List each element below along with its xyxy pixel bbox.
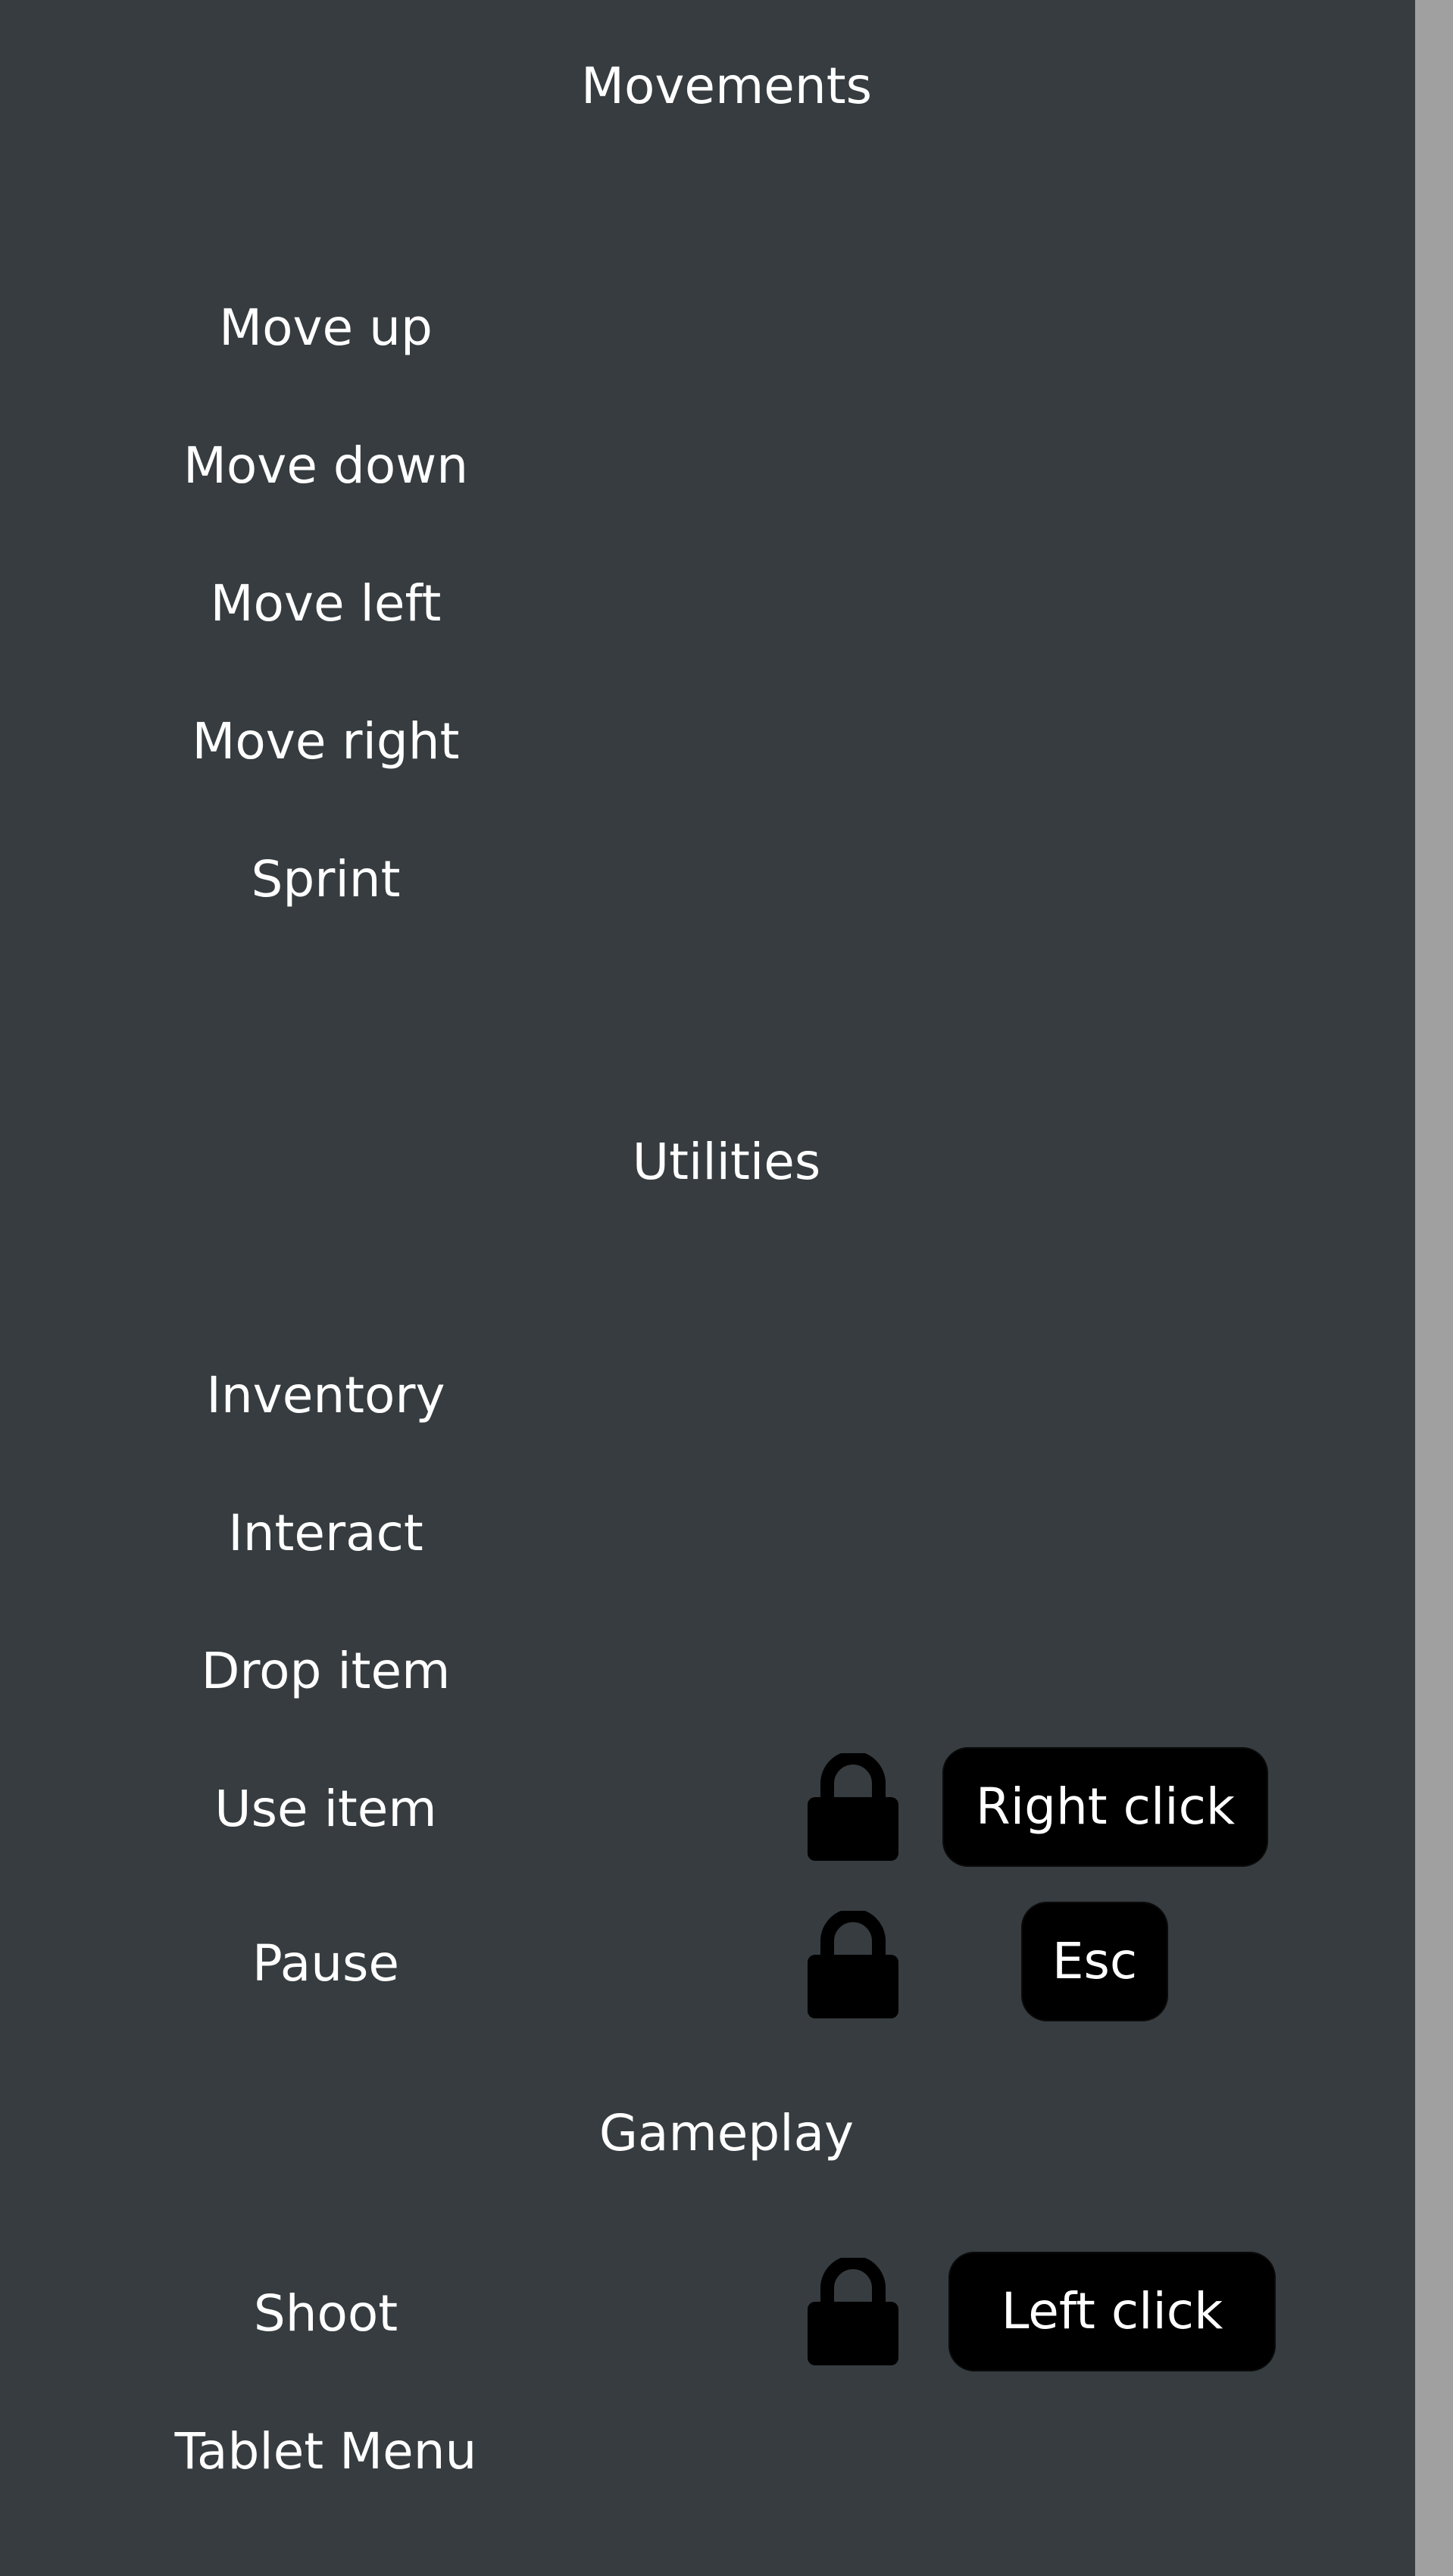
section-title-utilities: Utilities bbox=[632, 1133, 821, 1191]
lock-icon bbox=[808, 1753, 898, 1861]
section-title-movements: Movements bbox=[581, 57, 872, 115]
row-label-inventory: Inventory bbox=[206, 1366, 445, 1424]
key-binding-button-pause[interactable]: Esc bbox=[1023, 1903, 1167, 2020]
key-binding-button-shoot[interactable]: Left click bbox=[950, 2253, 1274, 2370]
row-label-pause: Pause bbox=[252, 1934, 400, 1993]
row-label-sprint: Sprint bbox=[251, 850, 401, 908]
row-label-move-up: Move up bbox=[219, 299, 433, 357]
row-label-use-item: Use item bbox=[214, 1780, 437, 1838]
lock-icon bbox=[808, 2258, 898, 2365]
scrollbar[interactable] bbox=[1415, 0, 1453, 2576]
key-binding-button-use-item[interactable]: Right click bbox=[944, 1749, 1267, 1865]
row-label-tablet-menu: Tablet Menu bbox=[174, 2422, 477, 2481]
row-label-move-down: Move down bbox=[183, 436, 469, 495]
section-title-gameplay: Gameplay bbox=[598, 2104, 855, 2162]
keybindings-panel: Movements Move up Move down Move left Mo… bbox=[0, 0, 1415, 2576]
row-label-shoot: Shoot bbox=[253, 2284, 398, 2343]
row-label-move-left: Move left bbox=[210, 574, 442, 633]
row-label-drop-item: Drop item bbox=[201, 1642, 451, 1700]
lock-icon bbox=[808, 1911, 898, 2018]
row-label-interact: Interact bbox=[228, 1504, 423, 1562]
row-label-move-right: Move right bbox=[192, 712, 460, 771]
